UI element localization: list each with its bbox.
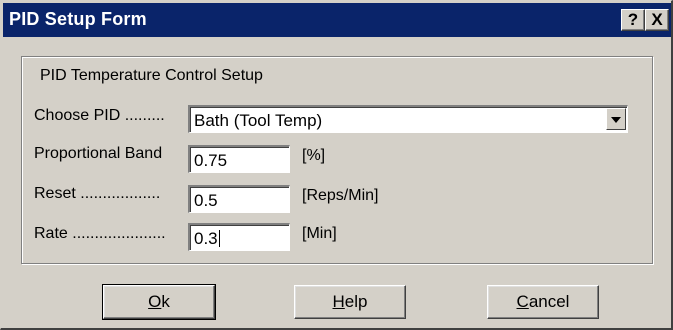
- proportional-band-value: 0.75: [194, 151, 228, 170]
- rate-value: 0.3: [194, 229, 218, 248]
- choose-pid-label: Choose PID .........: [34, 107, 165, 124]
- proportional-band-input[interactable]: 0.75: [188, 145, 290, 173]
- reset-input[interactable]: 0.5: [188, 185, 290, 213]
- window-title: PID Setup Form: [9, 9, 147, 29]
- ok-mnemonic: O: [148, 292, 162, 311]
- text-cursor: [218, 230, 220, 247]
- title-bar[interactable]: PID Setup Form ? X: [3, 3, 671, 37]
- ok-label-rest: k: [161, 292, 170, 311]
- choose-pid-select[interactable]: Bath (Tool Temp): [188, 105, 628, 133]
- reset-label: Reset ..................: [34, 185, 161, 202]
- pid-settings-group: PID Temperature Control Setup Choose PID…: [21, 56, 653, 264]
- rate-label: Rate .....................: [34, 225, 166, 242]
- ok-button[interactable]: Ok: [102, 284, 216, 320]
- cancel-button[interactable]: Cancel: [487, 285, 599, 319]
- reset-unit: [Reps/Min]: [302, 187, 379, 204]
- chevron-down-icon[interactable]: [606, 108, 626, 130]
- help-icon[interactable]: ?: [621, 9, 645, 31]
- help-button[interactable]: Help: [294, 285, 406, 319]
- group-title: PID Temperature Control Setup: [40, 67, 263, 84]
- help-label-rest: elp: [344, 292, 368, 311]
- choose-pid-value: Bath (Tool Temp): [194, 111, 323, 130]
- help-mnemonic: H: [332, 292, 345, 311]
- close-icon[interactable]: X: [645, 9, 669, 31]
- proportional-band-label: Proportional Band: [34, 145, 163, 162]
- cancel-label-rest: ancel: [528, 292, 570, 311]
- cancel-mnemonic: C: [516, 292, 529, 311]
- pid-setup-dialog: PID Setup Form ? X PID Temperature Contr…: [0, 0, 673, 330]
- rate-input[interactable]: 0.3: [188, 223, 290, 251]
- reset-value: 0.5: [194, 191, 218, 210]
- proportional-band-unit: [%]: [302, 147, 326, 164]
- rate-unit: [Min]: [302, 225, 337, 242]
